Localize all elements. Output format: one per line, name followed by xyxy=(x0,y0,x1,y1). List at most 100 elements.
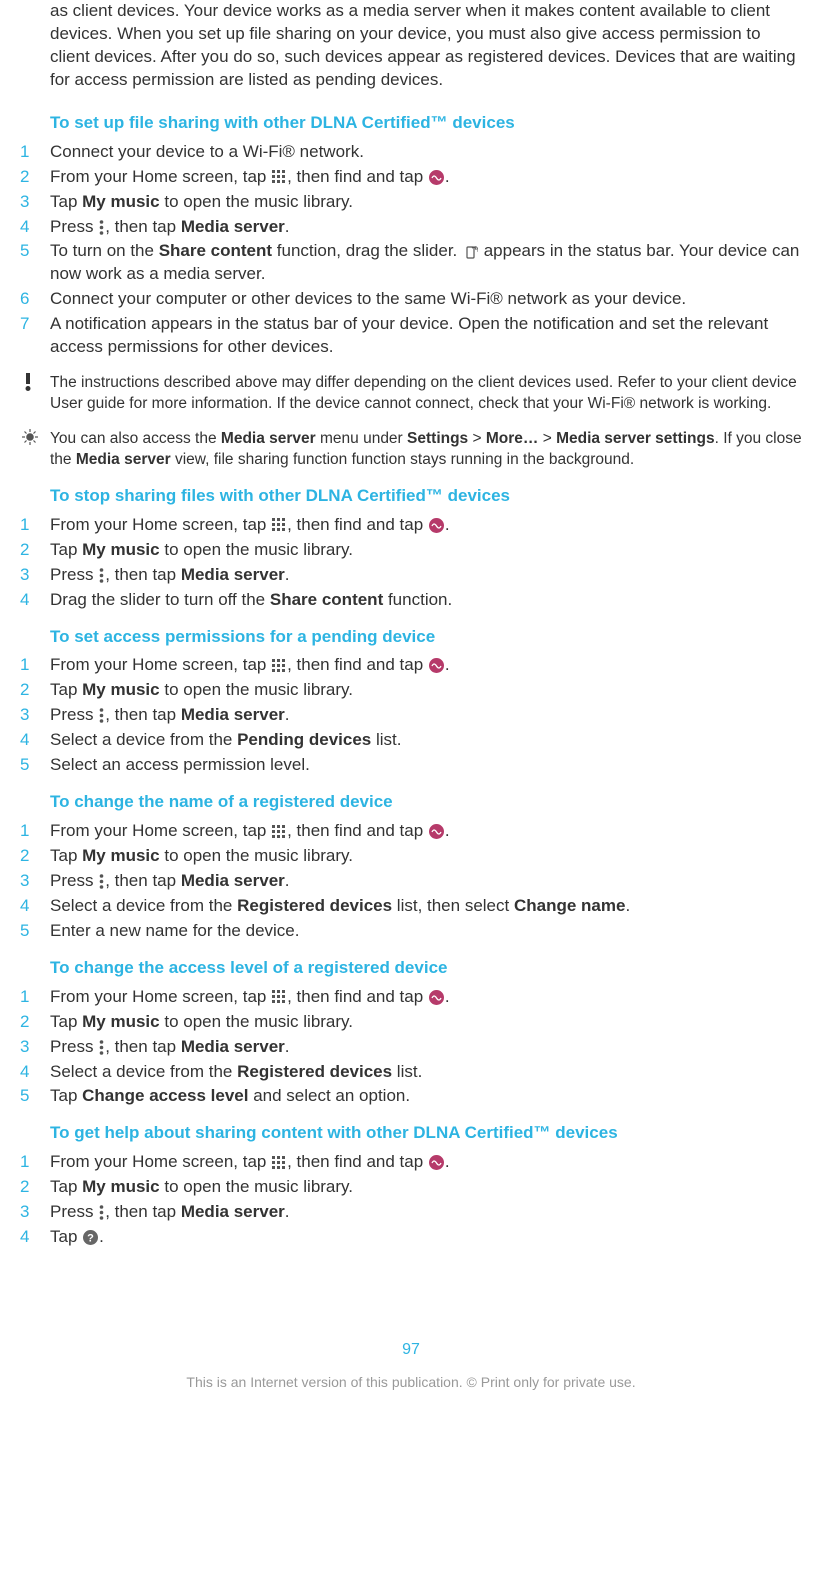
step-text: Connect your device to a Wi-Fi® network. xyxy=(50,141,802,164)
step-item: 5Enter a new name for the device. xyxy=(20,920,802,943)
step-item: 1From your Home screen, tap , then find … xyxy=(20,986,802,1009)
step-item: 2Tap My music to open the music library. xyxy=(20,539,802,562)
tip-note: You can also access the Media server men… xyxy=(20,429,802,471)
footer-text: This is an Internet version of this publ… xyxy=(20,1373,802,1392)
step-number: 2 xyxy=(20,166,50,189)
step-number: 1 xyxy=(20,654,50,677)
walkman-icon xyxy=(429,824,444,839)
step-number: 2 xyxy=(20,1176,50,1199)
step-number: 3 xyxy=(20,704,50,727)
step-item: 4Press , then tap Media server. xyxy=(20,216,802,239)
step-number: 2 xyxy=(20,539,50,562)
step-number: 3 xyxy=(20,1036,50,1059)
step-item: 3Press , then tap Media server. xyxy=(20,564,802,587)
step-text: Press , then tap Media server. xyxy=(50,216,802,239)
apps-icon xyxy=(272,518,286,532)
step-item: 1From your Home screen, tap , then find … xyxy=(20,654,802,677)
apps-icon xyxy=(272,659,286,673)
apps-icon xyxy=(272,1156,286,1170)
step-text: Press , then tap Media server. xyxy=(50,1036,802,1059)
step-number: 1 xyxy=(20,141,50,164)
step-item: 3Press , then tap Media server. xyxy=(20,1036,802,1059)
step-text: From your Home screen, tap , then find a… xyxy=(50,1151,802,1174)
step-text: From your Home screen, tap , then find a… xyxy=(50,654,802,677)
apps-icon xyxy=(272,170,286,184)
step-number: 3 xyxy=(20,564,50,587)
step-item: 2Tap My music to open the music library. xyxy=(20,1011,802,1034)
step-text: Select a device from the Pending devices… xyxy=(50,729,802,752)
step-text: Tap My music to open the music library. xyxy=(50,679,802,702)
menu-icon xyxy=(99,1205,104,1220)
step-text: From your Home screen, tap , then find a… xyxy=(50,986,802,1009)
step-item: 2From your Home screen, tap , then find … xyxy=(20,166,802,189)
step-item: 1From your Home screen, tap , then find … xyxy=(20,820,802,843)
step-number: 3 xyxy=(20,870,50,893)
step-number: 1 xyxy=(20,1151,50,1174)
step-text: Press , then tap Media server. xyxy=(50,704,802,727)
share-icon xyxy=(463,244,478,259)
step-item: 7A notification appears in the status ba… xyxy=(20,313,802,359)
menu-icon xyxy=(99,708,104,723)
section-heading: To set access permissions for a pending … xyxy=(50,626,802,649)
step-text: Select a device from the Registered devi… xyxy=(50,895,802,918)
step-text: Enter a new name for the device. xyxy=(50,920,802,943)
tip-icon xyxy=(22,429,38,445)
steps-list: 1From your Home screen, tap , then find … xyxy=(20,820,802,943)
step-item: 3Press , then tap Media server. xyxy=(20,1201,802,1224)
section-heading: To change the access level of a register… xyxy=(50,957,802,980)
step-item: 5Select an access permission level. xyxy=(20,754,802,777)
step-text: Press , then tap Media server. xyxy=(50,870,802,893)
step-number: 4 xyxy=(20,895,50,918)
step-text: Drag the slider to turn off the Share co… xyxy=(50,589,802,612)
step-text: Tap My music to open the music library. xyxy=(50,845,802,868)
step-text: Select a device from the Registered devi… xyxy=(50,1061,802,1084)
step-text: Connect your computer or other devices t… xyxy=(50,288,802,311)
step-text: Press , then tap Media server. xyxy=(50,564,802,587)
menu-icon xyxy=(99,568,104,583)
menu-icon xyxy=(99,1040,104,1055)
step-item: 3Press , then tap Media server. xyxy=(20,870,802,893)
menu-icon xyxy=(99,874,104,889)
svg-text:?: ? xyxy=(87,1233,94,1245)
step-item: 1From your Home screen, tap , then find … xyxy=(20,1151,802,1174)
steps-list: 1Connect your device to a Wi-Fi® network… xyxy=(20,141,802,359)
step-item: 4Select a device from the Registered dev… xyxy=(20,895,802,918)
step-item: 4Select a device from the Registered dev… xyxy=(20,1061,802,1084)
step-text: Press , then tap Media server. xyxy=(50,1201,802,1224)
step-number: 5 xyxy=(20,240,50,263)
step-number: 4 xyxy=(20,216,50,239)
apps-icon xyxy=(272,990,286,1004)
step-item: 5To turn on the Share content function, … xyxy=(20,240,802,286)
help-icon: ? xyxy=(83,1230,98,1245)
step-item: 1Connect your device to a Wi-Fi® network… xyxy=(20,141,802,164)
section-heading: To set up file sharing with other DLNA C… xyxy=(50,112,802,135)
steps-list: 1From your Home screen, tap , then find … xyxy=(20,1151,802,1249)
step-number: 3 xyxy=(20,191,50,214)
step-item: 2Tap My music to open the music library. xyxy=(20,845,802,868)
warning-icon xyxy=(22,373,34,391)
step-number: 6 xyxy=(20,288,50,311)
step-item: 4Drag the slider to turn off the Share c… xyxy=(20,589,802,612)
step-number: 5 xyxy=(20,754,50,777)
step-number: 2 xyxy=(20,679,50,702)
step-text: Tap My music to open the music library. xyxy=(50,191,802,214)
step-text: From your Home screen, tap , then find a… xyxy=(50,820,802,843)
step-item: 5Tap Change access level and select an o… xyxy=(20,1085,802,1108)
step-item: 6Connect your computer or other devices … xyxy=(20,288,802,311)
warning-note: The instructions described above may dif… xyxy=(20,373,802,415)
step-item: 4Tap ?. xyxy=(20,1226,802,1249)
step-number: 7 xyxy=(20,313,50,336)
intro-paragraph: as client devices. Your device works as … xyxy=(50,0,802,92)
steps-list: 1From your Home screen, tap , then find … xyxy=(20,986,802,1109)
note-text: You can also access the Media server men… xyxy=(50,429,802,471)
step-item: 2Tap My music to open the music library. xyxy=(20,1176,802,1199)
step-text: To turn on the Share content function, d… xyxy=(50,240,802,286)
step-item: 4Select a device from the Pending device… xyxy=(20,729,802,752)
step-text: Tap ?. xyxy=(50,1226,802,1249)
walkman-icon xyxy=(429,658,444,673)
menu-icon xyxy=(99,220,104,235)
step-number: 2 xyxy=(20,845,50,868)
step-number: 1 xyxy=(20,820,50,843)
step-text: Tap My music to open the music library. xyxy=(50,1011,802,1034)
step-number: 5 xyxy=(20,920,50,943)
